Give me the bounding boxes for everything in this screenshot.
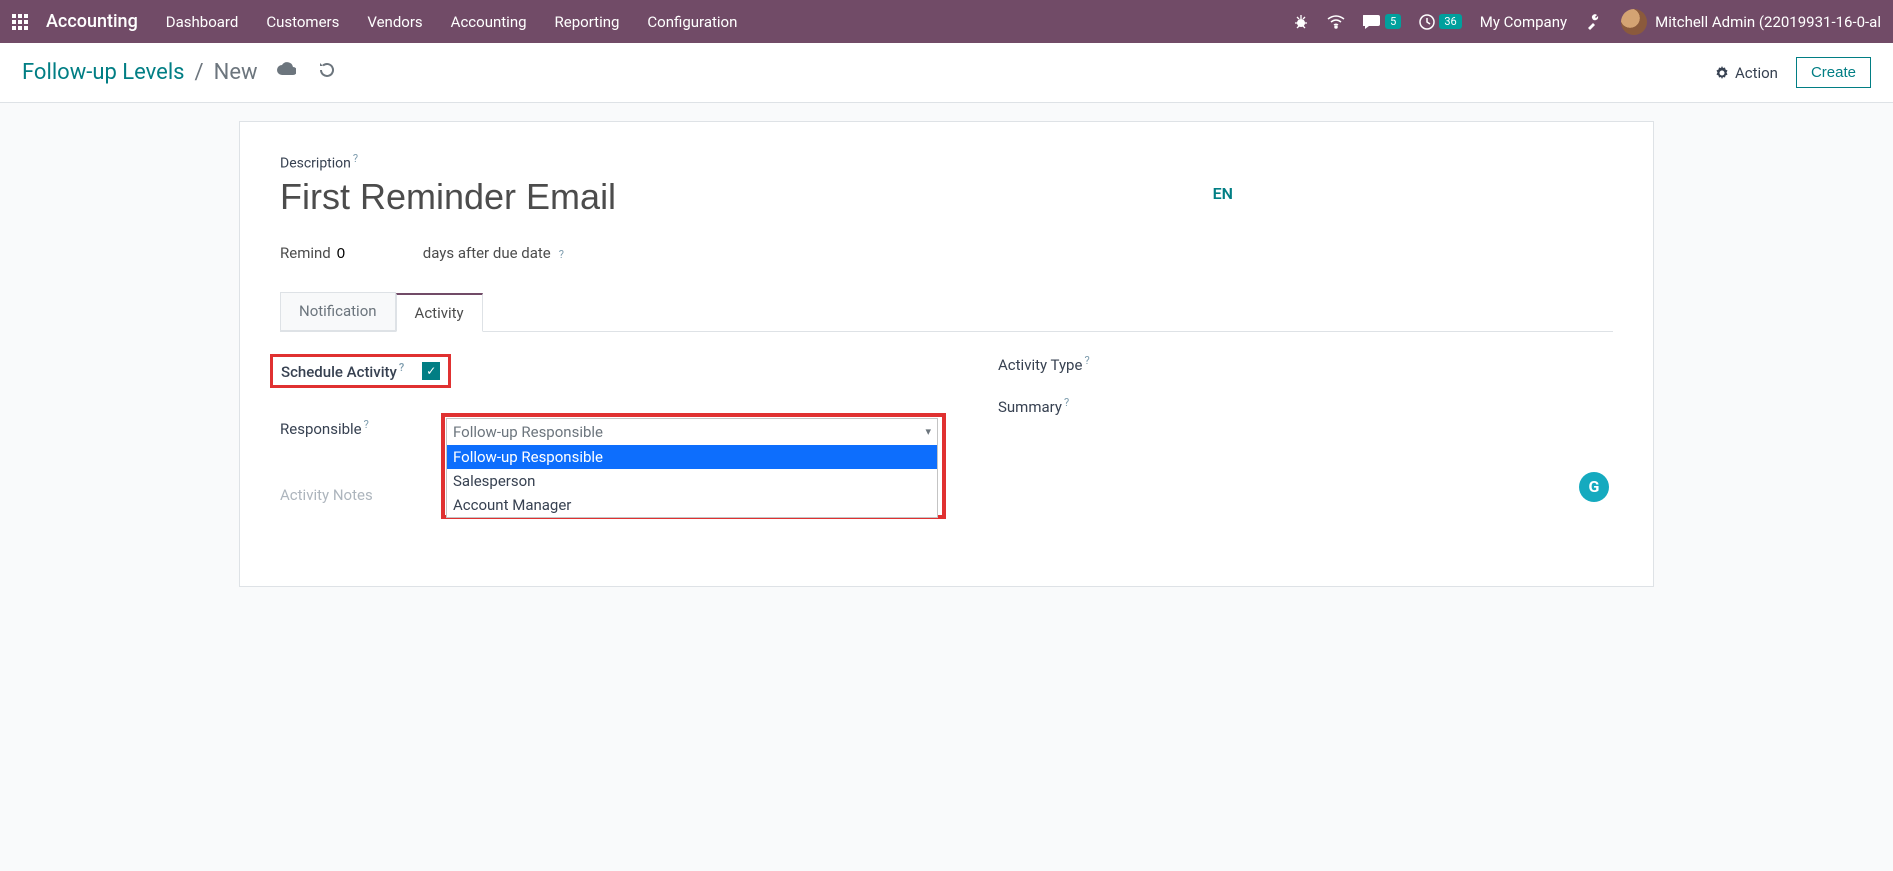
activities-icon[interactable]: 36 bbox=[1419, 14, 1461, 30]
menu-configuration[interactable]: Configuration bbox=[647, 13, 737, 31]
cp-status-icons bbox=[276, 61, 336, 84]
activity-notes-label: Activity Notes bbox=[280, 486, 430, 504]
apps-icon[interactable] bbox=[12, 14, 28, 30]
schedule-activity-label: Schedule Activity bbox=[281, 363, 397, 381]
remind-suffix: days after due date bbox=[423, 244, 551, 262]
left-column: Schedule Activity? ✓ Responsible? Follow… bbox=[280, 354, 938, 526]
discard-icon[interactable] bbox=[318, 61, 336, 84]
responsible-label: Responsible bbox=[280, 420, 362, 438]
breadcrumb-sep: / bbox=[195, 60, 204, 85]
menu-accounting[interactable]: Accounting bbox=[451, 13, 527, 31]
user-menu[interactable]: Mitchell Admin (22019931-16-0-al bbox=[1621, 9, 1881, 35]
user-name: Mitchell Admin (22019931-16-0-al bbox=[1655, 13, 1881, 31]
title-input[interactable] bbox=[280, 176, 980, 218]
responsible-dropdown[interactable]: Follow-up Responsible ▾ Follow-up Respon… bbox=[446, 418, 938, 446]
right-column: Activity Type? Summary? bbox=[998, 354, 1638, 526]
option-followup-responsible[interactable]: Follow-up Responsible bbox=[447, 445, 937, 469]
breadcrumb-root[interactable]: Follow-up Levels bbox=[22, 60, 185, 85]
option-account-manager[interactable]: Account Manager bbox=[447, 493, 937, 517]
remind-row: Remind days after due date? bbox=[280, 244, 1613, 262]
cloud-save-icon[interactable] bbox=[276, 61, 296, 84]
topbar-right: 5 36 My Company Mitchell Admin (22019931… bbox=[1293, 9, 1881, 35]
responsible-input[interactable]: Follow-up Responsible ▾ bbox=[446, 418, 938, 446]
hint-icon[interactable]: ? bbox=[559, 248, 564, 261]
remind-prefix: Remind bbox=[280, 244, 331, 262]
hint-icon[interactable]: ? bbox=[399, 361, 404, 374]
menu-dashboard[interactable]: Dashboard bbox=[166, 13, 239, 31]
action-button[interactable]: Action bbox=[1715, 64, 1778, 82]
schedule-activity-checkbox[interactable]: ✓ bbox=[422, 362, 440, 380]
responsible-row: Responsible? Follow-up Responsible ▾ Fol… bbox=[280, 418, 938, 446]
hint-icon[interactable]: ? bbox=[1084, 354, 1089, 367]
breadcrumb-current: New bbox=[214, 60, 258, 85]
cp-actions: Action Create bbox=[1715, 57, 1871, 88]
wifi-icon[interactable] bbox=[1327, 15, 1345, 29]
tools-icon[interactable] bbox=[1585, 13, 1603, 31]
tab-notification[interactable]: Notification bbox=[280, 292, 396, 331]
menu-reporting[interactable]: Reporting bbox=[555, 13, 620, 31]
breadcrumb: Follow-up Levels / New bbox=[22, 60, 258, 85]
action-label: Action bbox=[1735, 64, 1778, 82]
option-salesperson[interactable]: Salesperson bbox=[447, 469, 937, 493]
summary-row: Summary? bbox=[998, 396, 1638, 416]
avatar bbox=[1621, 9, 1647, 35]
company-switcher[interactable]: My Company bbox=[1480, 13, 1567, 31]
activity-type-label: Activity Type bbox=[998, 356, 1082, 374]
create-button[interactable]: Create bbox=[1796, 57, 1871, 88]
activities-badge: 36 bbox=[1439, 14, 1461, 29]
topbar: Accounting Dashboard Customers Vendors A… bbox=[0, 0, 1893, 43]
tabs: Notification Activity bbox=[280, 292, 1613, 332]
schedule-activity-row: Schedule Activity? ✓ bbox=[270, 354, 938, 388]
messages-badge: 5 bbox=[1385, 14, 1401, 29]
menu-customers[interactable]: Customers bbox=[266, 13, 339, 31]
highlight-schedule: Schedule Activity? ✓ bbox=[270, 354, 451, 388]
description-label: Description? bbox=[280, 152, 1613, 172]
activity-type-row: Activity Type? bbox=[998, 354, 1638, 374]
topbar-menu: Dashboard Customers Vendors Accounting R… bbox=[166, 13, 738, 31]
language-button[interactable]: EN bbox=[1213, 184, 1233, 203]
form-sheet: Description? EN Remind days after due da… bbox=[239, 121, 1654, 587]
bug-icon[interactable] bbox=[1293, 14, 1309, 30]
responsible-options: Follow-up Responsible Salesperson Accoun… bbox=[446, 445, 938, 518]
hint-icon[interactable]: ? bbox=[353, 152, 358, 165]
menu-vendors[interactable]: Vendors bbox=[367, 13, 422, 31]
app-brand[interactable]: Accounting bbox=[46, 11, 138, 32]
tab-activity[interactable]: Activity bbox=[396, 293, 483, 332]
control-panel: Follow-up Levels / New Action Create bbox=[0, 43, 1893, 103]
summary-label: Summary bbox=[998, 398, 1062, 416]
remind-days-input[interactable] bbox=[337, 245, 417, 262]
hint-icon[interactable]: ? bbox=[364, 418, 369, 431]
chevron-down-icon: ▾ bbox=[925, 425, 931, 438]
hint-icon[interactable]: ? bbox=[1064, 396, 1069, 409]
messages-icon[interactable]: 5 bbox=[1363, 14, 1401, 30]
grammarly-badge[interactable]: G bbox=[1579, 472, 1609, 502]
